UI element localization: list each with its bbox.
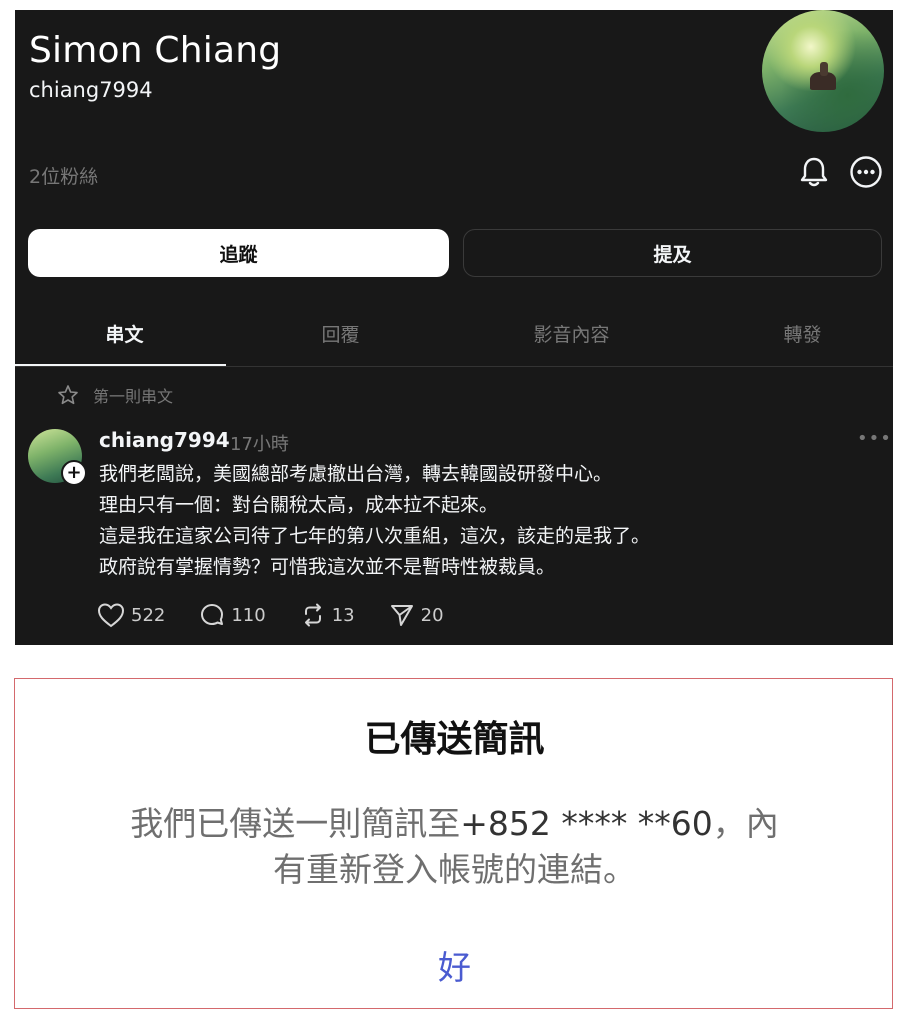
star-icon <box>58 385 78 405</box>
pinned-post-label: 第一則串文 <box>57 383 173 407</box>
ok-button[interactable]: 好 <box>15 941 894 989</box>
post-time: 17小時 <box>230 434 289 455</box>
pinned-text: 第一則串文 <box>93 387 174 406</box>
dialog-text-before: 我們已傳送一則簡訊至 <box>130 804 461 843</box>
tab-threads[interactable]: 串文 <box>15 300 234 366</box>
tab-media[interactable]: 影音內容 <box>462 300 681 366</box>
bell-icon[interactable] <box>795 153 833 191</box>
profile-name: Simon Chiang <box>29 30 282 71</box>
heart-icon <box>97 603 125 628</box>
send-icon <box>390 605 413 626</box>
profile-avatar[interactable] <box>762 10 884 132</box>
like-count: 522 <box>131 604 166 626</box>
repost-button[interactable]: 13 <box>300 602 355 628</box>
dialog-message: 我們已傳送一則簡訊至+852 **** **60，內 有重新登入帳號的連結。 <box>15 801 894 893</box>
followers-count[interactable]: 2位粉絲 <box>29 162 98 189</box>
repost-icon <box>304 603 321 627</box>
post-more-icon[interactable]: ••• <box>857 428 892 449</box>
repost-count: 13 <box>331 604 355 626</box>
tab-replies[interactable]: 回覆 <box>231 300 450 366</box>
comment-count: 110 <box>231 604 266 626</box>
post-actions: 522 110 13 20 <box>97 602 478 628</box>
follow-plus-icon[interactable]: + <box>61 460 87 486</box>
comment-button[interactable]: 110 <box>199 602 266 628</box>
post-line: 我們老闆說，美國總部考慮撤出台灣，轉去韓國設研發中心。 <box>99 463 613 485</box>
like-button[interactable]: 522 <box>97 602 165 628</box>
dialog-text-line2: 有重新登入帳號的連結。 <box>273 850 636 889</box>
share-count: 20 <box>420 604 444 626</box>
dialog-text-after: ，內 <box>712 804 779 843</box>
avatar-figure-rider <box>820 62 828 76</box>
dialog-phone-number: +852 **** **60 <box>460 804 713 843</box>
mention-button[interactable]: 提及 <box>463 229 882 277</box>
sms-sent-dialog: 已傳送簡訊 我們已傳送一則簡訊至+852 **** **60，內 有重新登入帳號… <box>14 678 893 1009</box>
comment-icon <box>201 604 224 625</box>
share-button[interactable]: 20 <box>389 602 444 628</box>
more-options-icon[interactable] <box>847 153 885 191</box>
post-username[interactable]: chiang7994 <box>99 428 230 452</box>
profile-panel: Simon Chiang chiang7994 2位粉絲 追蹤 提及 串文 回覆… <box>15 10 893 645</box>
follow-button[interactable]: 追蹤 <box>28 229 449 277</box>
profile-handle: chiang7994 <box>29 78 153 102</box>
post-line: 這是我在這家公司待了七年的第八次重組，這次，該走的是我了。 <box>99 525 651 547</box>
post-line: 政府說有掌握情勢？可惜我這次並不是暫時性被裁員。 <box>99 556 556 578</box>
post-line: 理由只有一個：對台關稅太高，成本拉不起來。 <box>99 494 499 516</box>
tab-reposts[interactable]: 轉發 <box>693 300 909 366</box>
post-body: 我們老闆說，美國總部考慮撤出台灣，轉去韓國設研發中心。 理由只有一個：對台關稅太… <box>99 459 869 583</box>
dialog-title: 已傳送簡訊 <box>364 719 545 760</box>
profile-tabs: 串文 回覆 影音內容 轉發 <box>15 300 893 367</box>
active-tab-indicator <box>15 364 226 366</box>
